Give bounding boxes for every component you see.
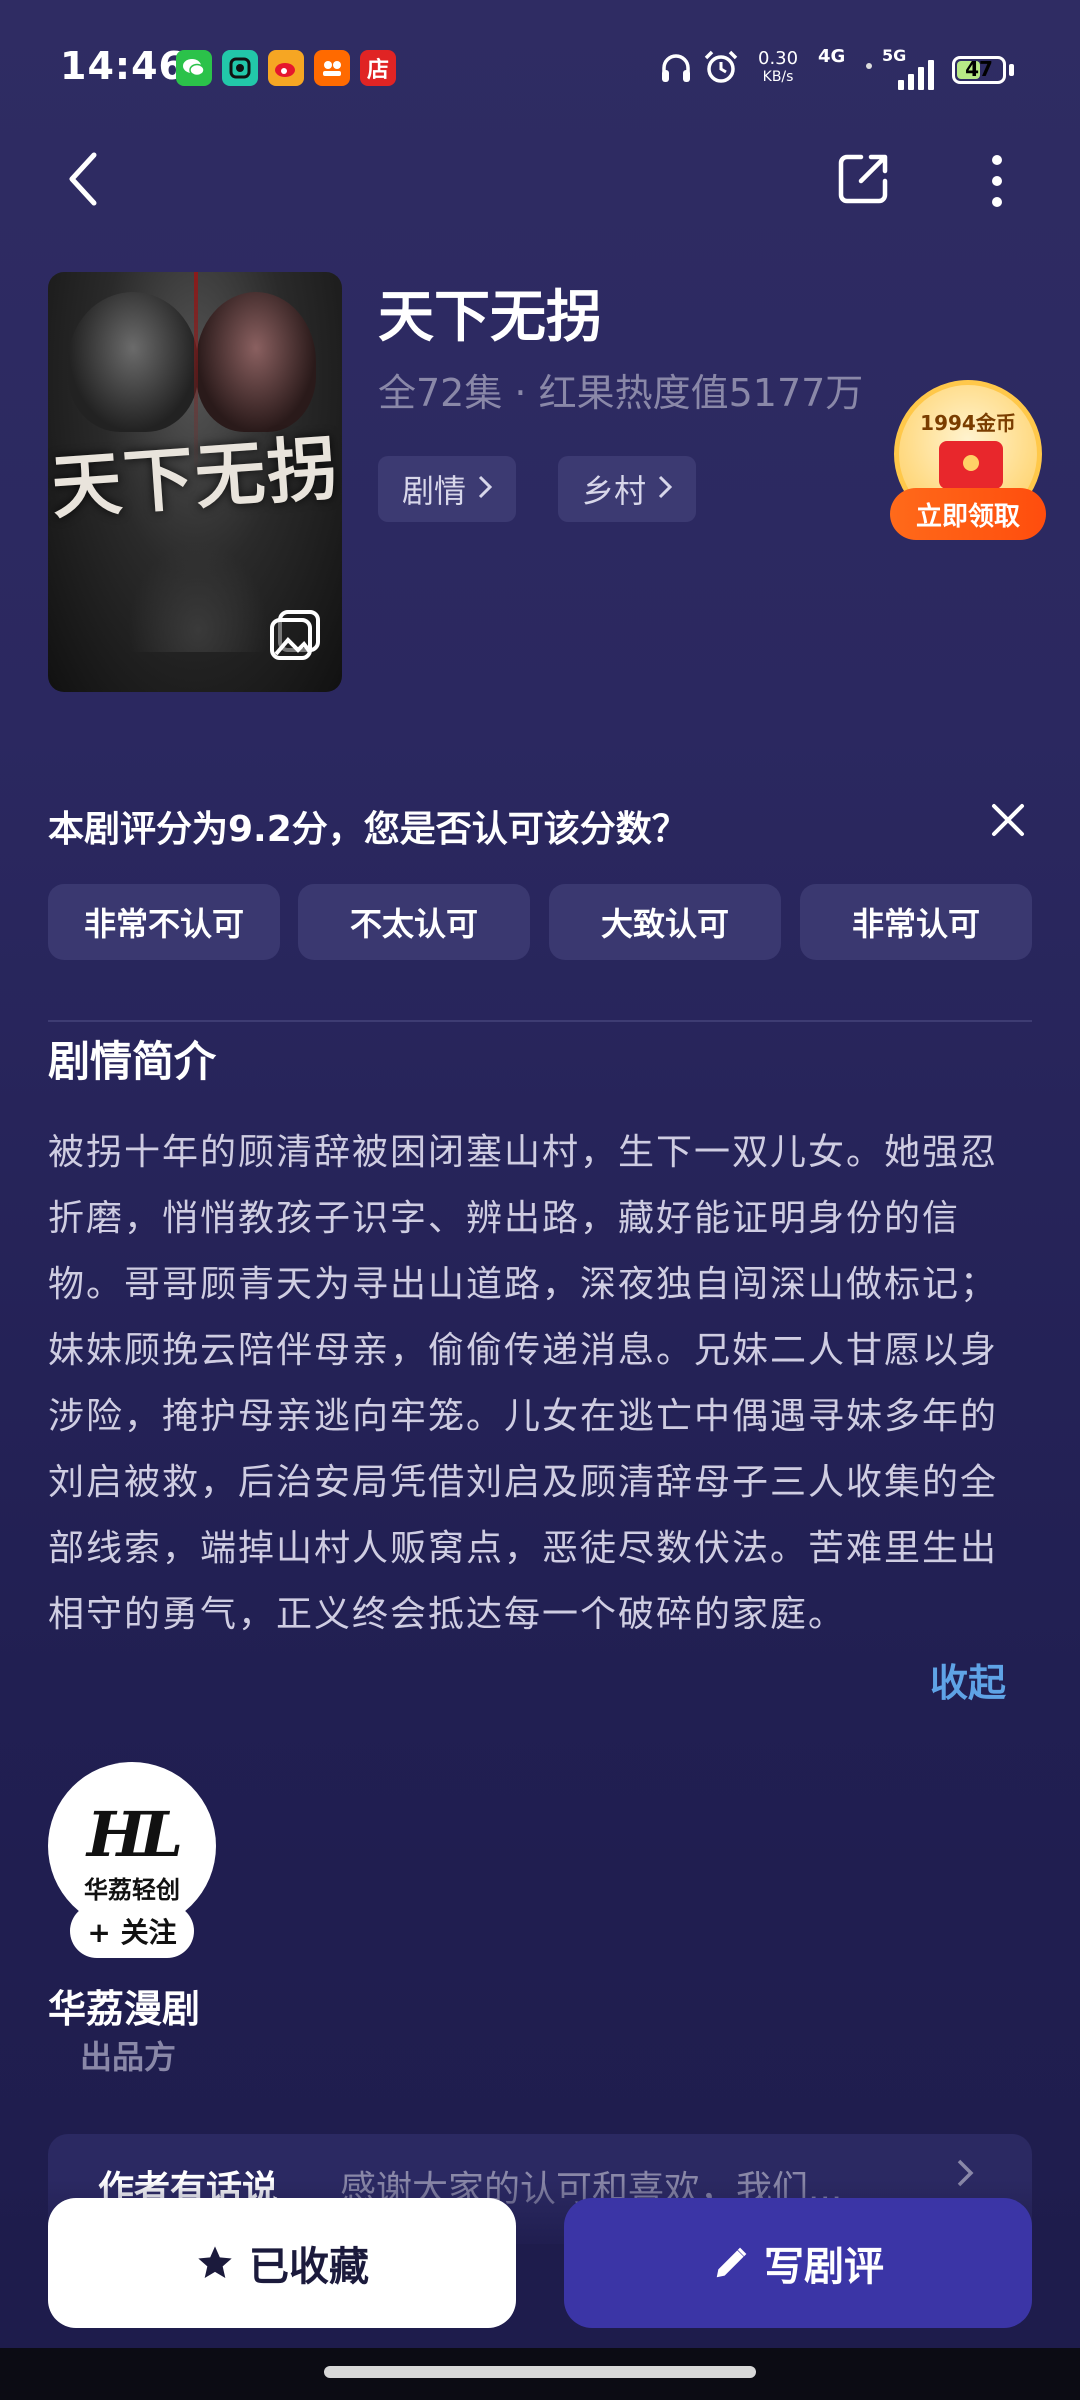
battery-icon: 47: [952, 56, 1006, 84]
wechat-icon: [176, 50, 212, 86]
tag-label: 乡村: [582, 472, 647, 510]
taobao-icon: [314, 50, 350, 86]
write-review-button[interactable]: 写剧评: [564, 2198, 1032, 2328]
status-time: 14:46: [60, 44, 186, 88]
write-review-label: 写剧评: [764, 2244, 884, 2290]
drama-meta: 全72集 · 红果热度值5177万: [378, 371, 864, 415]
producer-name[interactable]: 华荔漫剧: [48, 1978, 200, 2033]
collected-button[interactable]: 已收藏: [48, 2198, 516, 2328]
rating-option-disagree[interactable]: 不太认可: [298, 884, 530, 960]
back-button[interactable]: [52, 146, 112, 212]
network-4g-label: 4G: [818, 46, 846, 67]
star-icon: [195, 2243, 235, 2283]
share-icon: [838, 154, 888, 204]
chevron-right-icon: [658, 472, 673, 507]
pencil-icon: [712, 2244, 750, 2282]
section-divider: [48, 1020, 1032, 1022]
close-rating-button[interactable]: [984, 796, 1032, 844]
collapse-button[interactable]: 收起: [930, 1652, 1006, 1707]
tag-chip-village[interactable]: 乡村: [558, 456, 697, 522]
chevron-right-icon: [478, 472, 493, 507]
rating-option-strongly-disagree[interactable]: 非常不认可: [48, 884, 280, 960]
poster-face-left: [68, 292, 198, 432]
close-icon: [992, 804, 1024, 836]
battery-tip: [1009, 64, 1014, 76]
headphones-icon: [658, 50, 694, 90]
tag-chip-drama[interactable]: 剧情: [378, 456, 517, 522]
weibo-icon: [268, 50, 304, 86]
drama-title: 天下无拐: [378, 285, 602, 350]
tag-label: 剧情: [402, 472, 467, 510]
more-vertical-icon: [992, 155, 1002, 207]
chevron-left-icon: [69, 152, 97, 206]
battery-level: 47: [965, 57, 993, 81]
store-icon: 店: [360, 50, 396, 86]
red-envelope-icon: [939, 441, 1003, 489]
claim-reward-button[interactable]: 立即领取: [890, 488, 1046, 540]
rating-option-strongly-agree[interactable]: 非常认可: [800, 884, 1032, 960]
signal-bars-icon: [898, 60, 938, 94]
follow-button[interactable]: + 关注: [70, 1904, 194, 1958]
alarm-icon: [702, 48, 740, 90]
collected-label: 已收藏: [249, 2244, 369, 2290]
poster-face-right: [196, 292, 316, 432]
more-button[interactable]: [982, 148, 1012, 214]
status-bar: 14:46 店 0.30 KB/s 4G 5G 47: [0, 0, 1080, 140]
producer-logo-caption: 华荔轻创: [84, 1876, 180, 1904]
gallery-icon[interactable]: [268, 608, 322, 666]
producer-logo: HL: [86, 1798, 183, 1871]
rating-question: 本剧评分为9.2分，您是否认可该分数？: [48, 809, 688, 850]
share-button[interactable]: [834, 148, 894, 208]
rating-option-agree[interactable]: 大致认可: [549, 884, 781, 960]
synopsis-title: 剧情简介: [48, 1037, 217, 1086]
coin-amount: 1994金币: [920, 411, 1016, 435]
poster-figures: [128, 542, 268, 652]
producer-role: 出品方: [80, 2038, 177, 2076]
poster-title-art: 天下无拐: [48, 426, 342, 529]
wifi-dot-icon: [866, 54, 872, 73]
network-speed: 0.30 KB/s: [758, 48, 799, 86]
synopsis-text: 被拐十年的顾清辞被困闭塞山村，生下一双儿女。她强忍折磨，悄悄教孩子识字、辨出路，…: [48, 1132, 999, 1635]
home-indicator[interactable]: [324, 2366, 756, 2378]
camera-app-icon: [222, 50, 258, 86]
drama-poster[interactable]: 天下无拐: [48, 272, 342, 692]
